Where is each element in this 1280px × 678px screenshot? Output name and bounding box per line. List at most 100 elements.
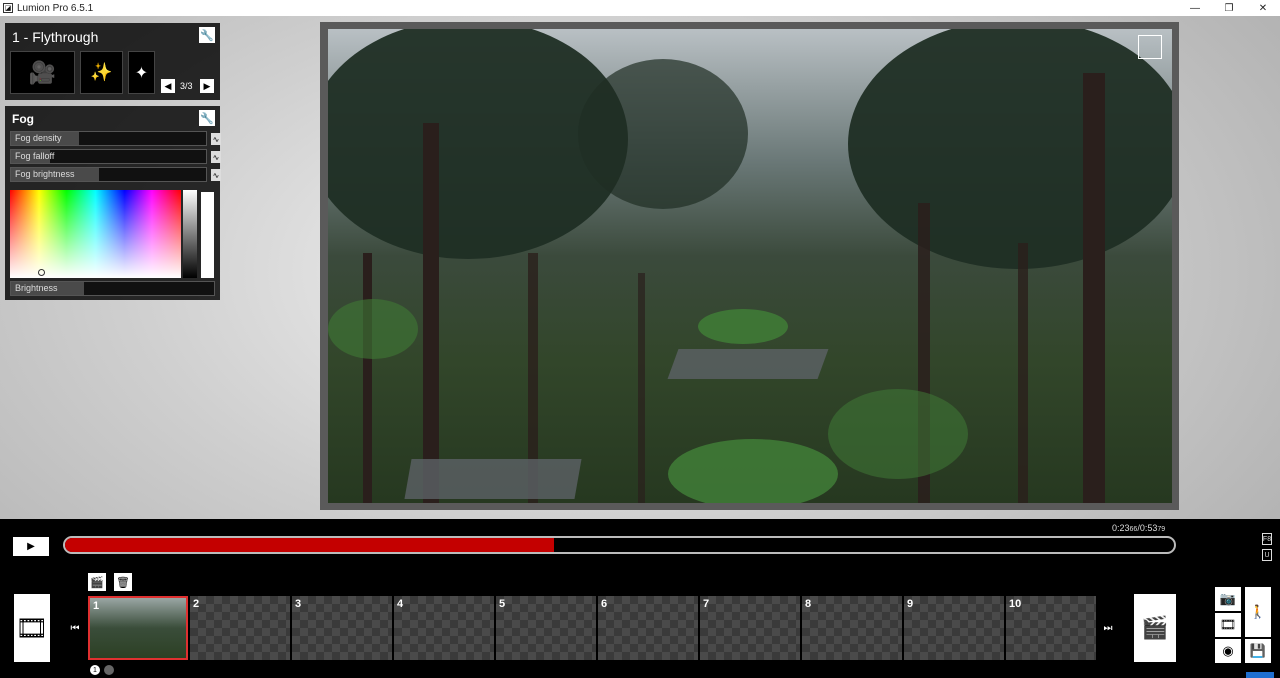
clip-title: 1 - Flythrough: [12, 29, 99, 45]
minimize-button[interactable]: —: [1178, 0, 1212, 16]
film-strip-icon: 🎞: [15, 612, 49, 643]
timeline-progress[interactable]: [63, 536, 1176, 554]
fog-brightness-slider[interactable]: Fog brightness: [10, 167, 207, 182]
value-strip[interactable]: [183, 190, 197, 278]
tree-trunk: [363, 253, 372, 503]
fog-falloff-slider[interactable]: Fog falloff: [10, 149, 207, 164]
clip-slot[interactable]: 8: [802, 596, 902, 660]
brightness-slider[interactable]: Brightness: [10, 281, 215, 296]
camera-icon: 📷: [1219, 591, 1237, 606]
slot-number: 6: [601, 598, 608, 610]
tree-canopy: [578, 59, 748, 209]
movie-camera-button[interactable]: 🎥: [10, 51, 75, 94]
wrench-icon[interactable]: 🔧: [199, 27, 215, 43]
slot-number: 2: [193, 598, 200, 610]
stone-path: [667, 349, 829, 379]
build-mode-button[interactable]: 🚶: [1245, 587, 1271, 637]
tree-trunk: [423, 123, 439, 503]
restore-button[interactable]: ❐: [1212, 0, 1246, 16]
page-indicator: 3/3: [180, 81, 193, 91]
clapperboard-icon: 🎬: [1141, 615, 1169, 640]
fog-density-slider[interactable]: Fog density: [10, 131, 207, 146]
clip-slot[interactable]: 10: [1006, 596, 1096, 660]
lumion-icon: ◪: [3, 3, 13, 13]
movie-camera-icon: 🎥: [28, 59, 57, 85]
globe-icon: ◉: [1222, 643, 1234, 658]
curve-icon[interactable]: ∿: [211, 169, 221, 181]
trash-icon: 🗑: [116, 576, 130, 589]
settings-indicator[interactable]: [1246, 672, 1274, 678]
effects-icon: ✨: [90, 62, 113, 82]
save-icon: 💾: [1249, 643, 1267, 658]
slot-number: 7: [703, 598, 710, 610]
walker-icon: 🚶: [1249, 604, 1267, 619]
new-clip-button[interactable]: 🎬: [88, 573, 106, 591]
fullscreen-icon[interactable]: [1138, 35, 1162, 59]
u-key[interactable]: U: [1262, 549, 1272, 561]
close-button[interactable]: ✕: [1246, 0, 1280, 16]
fern: [328, 299, 418, 359]
filmstrip-page-dot[interactable]: 1: [90, 665, 100, 675]
wrench-icon[interactable]: 🔧: [199, 110, 215, 126]
fog-panel: Fog 🔧 Fog density ∿ Fog falloff ∿ Fog br…: [5, 106, 221, 300]
filmstrip-prev-button[interactable]: ⏮: [64, 594, 86, 662]
clip-slot[interactable]: 1: [88, 596, 188, 660]
clapperboard-icon: 🎬: [90, 576, 104, 589]
prev-page-button[interactable]: ◀: [161, 79, 175, 93]
window-title: Lumion Pro 6.5.1: [17, 2, 94, 14]
slider-label: Fog brightness: [15, 169, 75, 179]
slot-number: 4: [397, 598, 404, 610]
slider-label: Fog density: [15, 133, 62, 143]
film-icon: 🎞: [1219, 617, 1237, 632]
save-button[interactable]: 💾: [1245, 639, 1271, 663]
clip-slot[interactable]: 7: [700, 596, 800, 660]
clip-slot[interactable]: 6: [598, 596, 698, 660]
slider-label: Brightness: [15, 283, 58, 293]
clip-slot[interactable]: 5: [496, 596, 596, 660]
photo-mode-button[interactable]: 📷: [1215, 587, 1241, 611]
play-button[interactable]: ▶: [13, 537, 49, 556]
fern: [698, 309, 788, 344]
slot-number: 10: [1009, 598, 1022, 610]
color-picker[interactable]: [10, 190, 181, 278]
filmstrip-next-button[interactable]: ⏭: [1097, 594, 1119, 662]
render-movie-button[interactable]: 🎬: [1134, 594, 1176, 662]
more-effects-icon: ✦: [134, 64, 149, 82]
tree-trunk: [638, 273, 645, 503]
clip-slot[interactable]: 9: [904, 596, 1004, 660]
slot-number: 9: [907, 598, 914, 610]
slot-number: 3: [295, 598, 302, 610]
viewport-frame: [320, 22, 1179, 510]
clip-slot[interactable]: 3: [292, 596, 392, 660]
f8-key[interactable]: F8: [1262, 533, 1272, 545]
curve-icon[interactable]: ∿: [211, 151, 221, 163]
clip-slot[interactable]: 4: [394, 596, 494, 660]
panorama-mode-button[interactable]: ◉: [1215, 639, 1241, 663]
title-bar: ◪ Lumion Pro 6.5.1 — ❐ ✕: [0, 0, 1280, 16]
more-effects-button[interactable]: ✦: [128, 51, 155, 94]
filmstrip-page-dot[interactable]: [104, 665, 114, 675]
mode-panel: 1 - Flythrough 🔧 🎥 ✨ ✦ ◀ 3/3 ▶: [5, 23, 220, 100]
color-swatch: [201, 192, 214, 278]
movie-mode-button[interactable]: 🎞: [14, 594, 50, 662]
fern: [828, 389, 968, 479]
slot-number: 5: [499, 598, 506, 610]
tree-trunk: [1083, 73, 1105, 503]
effects-button[interactable]: ✨: [80, 51, 123, 94]
tree-trunk: [1018, 243, 1028, 503]
color-picker-handle[interactable]: [38, 269, 45, 276]
fog-title: Fog: [12, 112, 34, 126]
fern: [668, 439, 838, 503]
clip-slot[interactable]: 2: [190, 596, 290, 660]
curve-icon[interactable]: ∿: [211, 133, 221, 145]
delete-clip-button[interactable]: 🗑: [114, 573, 132, 591]
window-controls: — ❐ ✕: [1178, 0, 1280, 16]
time-readout: 0:2366/0:5379: [1112, 523, 1166, 533]
next-page-button[interactable]: ▶: [200, 79, 214, 93]
scene-preview[interactable]: [328, 29, 1172, 503]
slot-number: 8: [805, 598, 812, 610]
movie-mode-tab[interactable]: 🎞: [1215, 613, 1241, 637]
stone-path: [404, 459, 582, 499]
slot-number: 1: [93, 600, 100, 612]
tree-canopy: [848, 29, 1172, 269]
